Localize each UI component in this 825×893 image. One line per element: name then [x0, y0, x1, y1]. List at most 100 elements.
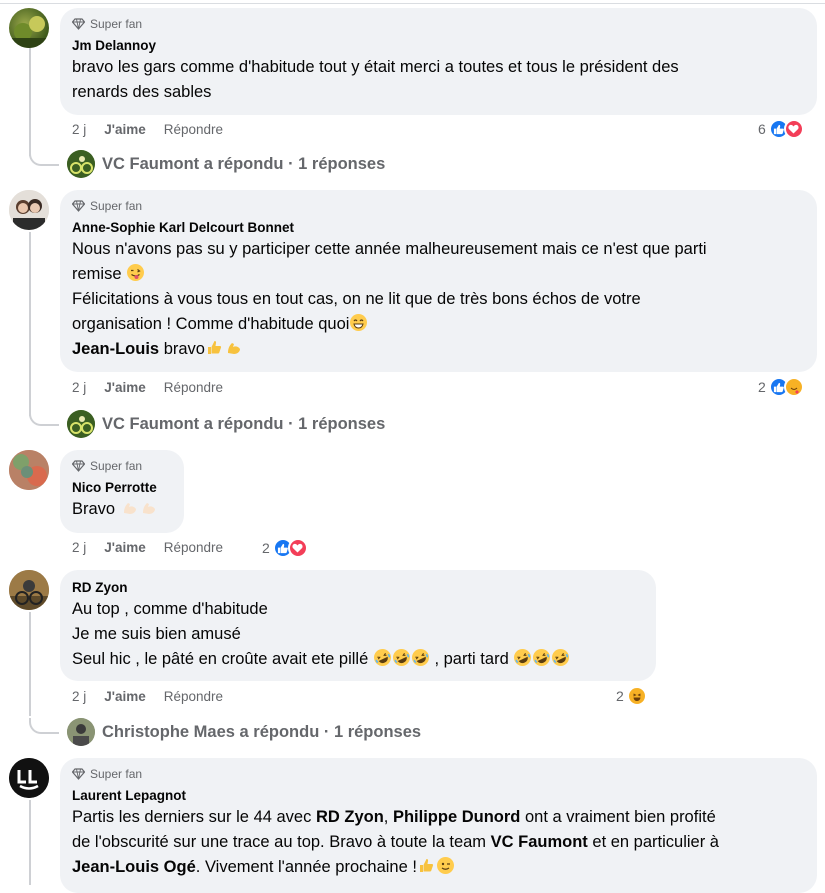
rolling-laughing-emoji-icon: [533, 649, 551, 666]
mention-link[interactable]: Jean-Louis: [72, 340, 159, 358]
text-span: Bravo: [72, 500, 116, 518]
avatar[interactable]: [9, 8, 49, 48]
reply-button[interactable]: Répondre: [164, 540, 223, 555]
avatar[interactable]: [9, 570, 49, 610]
reply-button[interactable]: Répondre: [164, 689, 223, 704]
comment-line: Partis les derniers sur le 44 avec RD Zy…: [72, 805, 805, 830]
mention-link[interactable]: RD Zyon: [316, 808, 384, 826]
replier-avatar: [67, 410, 95, 438]
comment-actions: 2 j J'aime Répondre: [72, 122, 241, 137]
thread-line: [29, 48, 31, 156]
comment-actions: 2 j J'aime Répondre: [72, 689, 241, 704]
comment-actions: 2 j J'aime Répondre: [72, 540, 241, 555]
super-fan-badge: Super fan: [72, 458, 172, 474]
reply-button[interactable]: Répondre: [164, 122, 223, 137]
thread-connector: [29, 718, 59, 734]
like-button[interactable]: J'aime: [104, 689, 146, 704]
view-replies-link[interactable]: VC Faumont a répondu · 1 réponses: [67, 150, 385, 178]
text-span: remise: [72, 265, 122, 283]
rolling-laughing-emoji-icon: [514, 649, 532, 666]
comment-line: Au top , comme d'habitude: [72, 600, 268, 618]
text-span: , parti tard: [429, 650, 509, 668]
diamond-icon: [72, 768, 85, 780]
thumbs-up-emoji-icon: [418, 857, 435, 874]
comment-bubble: Super fan Jm Delannoy bravo les gars com…: [60, 8, 817, 115]
like-button[interactable]: J'aime: [104, 122, 146, 137]
text-span: organisation ! Comme d'habitude quoi: [72, 315, 350, 333]
comment-bubble: RD Zyon Au top , comme d'habitude Je me …: [60, 570, 656, 681]
avatar[interactable]: [9, 190, 49, 230]
like-button[interactable]: J'aime: [104, 540, 146, 555]
text-span: bravo: [159, 340, 205, 358]
timestamp[interactable]: 2 j: [72, 689, 86, 704]
comment-text: Nous n'avons pas su y participer cette a…: [72, 237, 805, 362]
comment-line: Seul hic , le pâté en croûte avait ete p…: [72, 647, 644, 672]
comment-text: bravo les gars comme d'habitude tout y é…: [72, 55, 805, 105]
text-span: . Vivement l'année prochaine !: [195, 858, 417, 876]
replier-avatar: [67, 718, 95, 746]
comment-actions: 2 j J'aime Répondre: [72, 380, 241, 395]
comment-author[interactable]: Jm Delannoy: [72, 37, 805, 55]
rolling-laughing-emoji-icon: [411, 649, 429, 666]
badge-label: Super fan: [90, 199, 143, 213]
flexed-biceps-emoji-icon: [121, 499, 138, 516]
mention-link[interactable]: VC Faumont: [491, 833, 588, 851]
replier-avatar: [67, 150, 95, 178]
view-replies-link[interactable]: VC Faumont a répondu · 1 réponses: [67, 410, 385, 438]
flexed-biceps-emoji-icon: [225, 339, 242, 356]
flexed-biceps-emoji-icon: [140, 499, 157, 516]
diamond-icon: [72, 200, 85, 212]
winking-tongue-emoji-icon: [127, 264, 145, 281]
reactions-summary[interactable]: 2: [616, 686, 647, 706]
badge-label: Super fan: [90, 459, 143, 473]
heart-icon: [783, 119, 804, 139]
reaction-count: 6: [758, 121, 766, 137]
thread-line: [29, 232, 31, 416]
view-replies-link[interactable]: Christophe Maes a répondu · 1 réponses: [67, 718, 421, 746]
like-button[interactable]: J'aime: [104, 380, 146, 395]
timestamp[interactable]: 2 j: [72, 540, 86, 555]
reactions-summary[interactable]: 6: [758, 119, 804, 139]
comment-author[interactable]: Anne-Sophie Karl Delcourt Bonnet: [72, 219, 805, 237]
comment-author[interactable]: Nico Perrotte: [72, 479, 172, 497]
heart-icon: [287, 538, 308, 558]
comment-line: remise: [72, 262, 805, 287]
thread-connector: [29, 410, 59, 426]
comment-author[interactable]: Laurent Lepagnot: [72, 787, 805, 805]
reactions-summary[interactable]: 2: [262, 538, 308, 558]
badge-label: Super fan: [90, 767, 143, 781]
comment-line: organisation ! Comme d'habitude quoi: [72, 312, 805, 337]
timestamp[interactable]: 2 j: [72, 122, 86, 137]
top-divider: [0, 3, 825, 4]
thumbs-up-emoji-icon: [206, 339, 223, 356]
comment-line: Félicitations à vous tous en tout cas, o…: [72, 290, 641, 308]
reactions-summary[interactable]: 2: [758, 377, 804, 397]
laughing-face-icon: [626, 686, 647, 706]
comment-line: renards des sables: [72, 83, 212, 101]
diamond-icon: [72, 18, 85, 30]
diamond-icon: [72, 460, 85, 472]
comment-text: Au top , comme d'habitude Je me suis bie…: [72, 597, 644, 672]
timestamp[interactable]: 2 j: [72, 380, 86, 395]
reply-button[interactable]: Répondre: [164, 380, 223, 395]
text-span: ,: [383, 808, 393, 826]
mention-link[interactable]: Philippe Dunord: [393, 808, 520, 826]
avatar[interactable]: [9, 450, 49, 490]
mention-link[interactable]: Jean-Louis Ogé: [72, 858, 196, 876]
grinning-emoji-icon: [350, 314, 368, 331]
comment-text: Partis les derniers sur le 44 avec RD Zy…: [72, 805, 805, 880]
text-span: de l'obscurité sur une trace au top. Bra…: [72, 833, 491, 851]
thread-line: [29, 800, 31, 885]
replies-label: VC Faumont a répondu · 1 réponses: [102, 414, 386, 433]
comment-line: de l'obscurité sur une trace au top. Bra…: [72, 830, 805, 855]
badge-label: Super fan: [90, 17, 143, 31]
text-span: Seul hic , le pâté en croûte avait ete p…: [72, 650, 369, 668]
comment-author[interactable]: RD Zyon: [72, 579, 644, 597]
avatar[interactable]: [9, 758, 49, 798]
reaction-count: 2: [262, 540, 270, 556]
comment-line: bravo les gars comme d'habitude tout y é…: [72, 58, 679, 76]
replies-label: Christophe Maes a répondu · 1 réponses: [102, 722, 422, 741]
super-fan-badge: Super fan: [72, 16, 805, 32]
comment-line: Jean-Louis Ogé. Vivement l'année prochai…: [72, 855, 805, 880]
rolling-laughing-emoji-icon: [373, 649, 391, 666]
